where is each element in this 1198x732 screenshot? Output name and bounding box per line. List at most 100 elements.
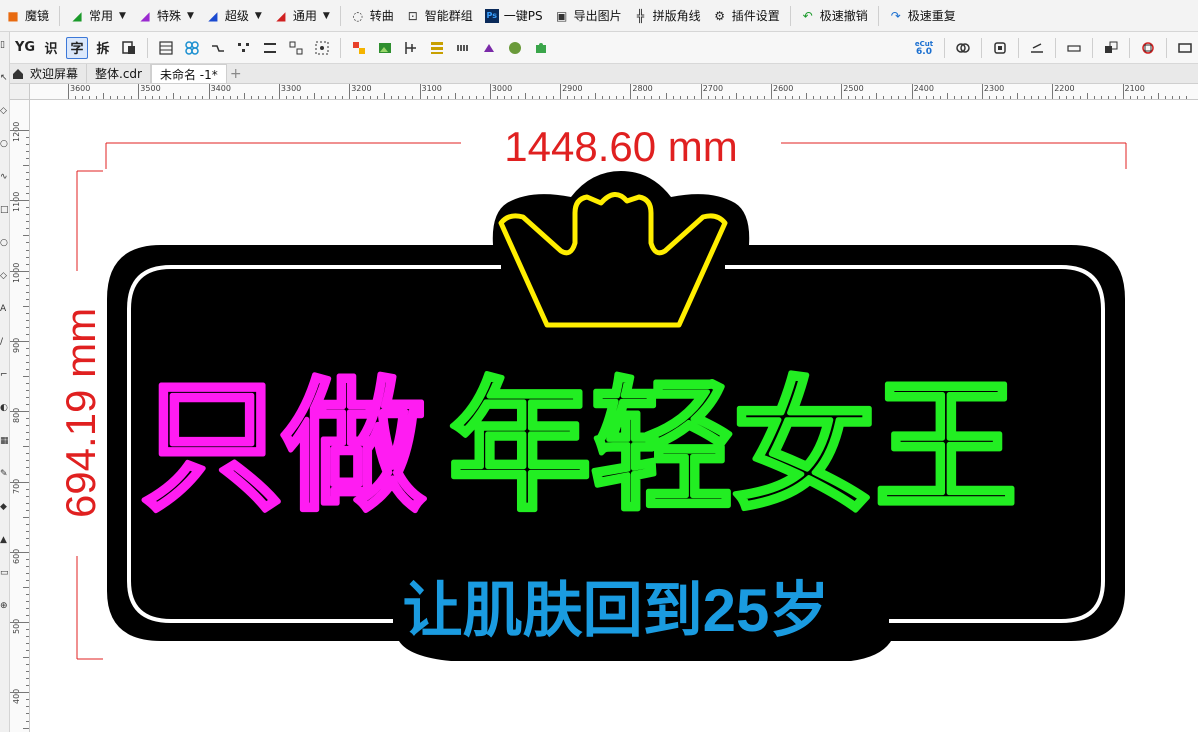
ecut-version-badge[interactable]: eCut 6.0 xyxy=(911,37,937,59)
ruler-tick xyxy=(686,96,688,99)
arrow-green-icon: ◢ xyxy=(72,8,82,23)
ruler-tick xyxy=(1002,96,1004,99)
ruler-tick xyxy=(26,326,29,328)
polygon-tool-icon[interactable]: ◇ xyxy=(0,271,10,283)
ball-icon[interactable] xyxy=(504,37,526,59)
drawing-canvas[interactable]: 1448.60 mm 694.19 mm 只做 年轻女王 让肌肤回到25岁 xyxy=(31,101,1198,732)
ruler-tick xyxy=(26,383,29,385)
toolbar-crop-marks-button[interactable]: ╬ 拼版角线 xyxy=(628,0,707,31)
pattern-icon[interactable] xyxy=(181,37,203,59)
toolbar-arrow-green-button[interactable]: ◢ 常用 ▼ xyxy=(64,0,132,31)
ruler-label: 2300 xyxy=(983,84,1005,93)
text-tool-icon[interactable]: A xyxy=(0,304,10,316)
recognize-button[interactable]: 识 xyxy=(40,37,62,59)
separator xyxy=(59,5,61,26)
transparency-tool-icon[interactable]: ▦ xyxy=(0,436,10,448)
headline[interactable]: 只做 年轻女王 xyxy=(139,366,1020,530)
contour-icon[interactable] xyxy=(952,37,974,59)
toolbar-arrow-red-button[interactable]: ◢ 通用 ▼ xyxy=(268,0,336,31)
transform-arrow-icon[interactable] xyxy=(478,37,500,59)
ellipse-tool-icon[interactable]: ○ xyxy=(0,238,10,250)
ruler-tick xyxy=(278,84,280,99)
shadow-tool-icon[interactable]: ◐ xyxy=(0,403,10,415)
freehand-tool-icon[interactable]: ∿ xyxy=(0,172,10,184)
chevron-down-icon[interactable]: ▼ xyxy=(119,11,126,21)
text-button[interactable]: 字 xyxy=(66,36,88,59)
target-icon[interactable] xyxy=(1137,37,1159,59)
toolbar-photoshop-button[interactable]: Ps 一键PS xyxy=(479,0,549,31)
layers-icon[interactable] xyxy=(118,37,140,59)
toolbar-arrow-purple-button[interactable]: ◢ 特殊 ▼ xyxy=(132,0,200,31)
chevron-down-icon[interactable]: ▼ xyxy=(323,11,330,21)
select-area-icon[interactable] xyxy=(311,37,333,59)
ruler-tick xyxy=(26,263,29,265)
subtitle-text[interactable]: 让肌肤回到25岁 xyxy=(403,577,830,644)
table-icon[interactable] xyxy=(155,37,177,59)
toolbar-label: 常用 xyxy=(89,9,114,23)
arrange-icon[interactable] xyxy=(1100,37,1122,59)
ruler-tick xyxy=(489,84,491,99)
fill-tool-icon[interactable]: ◆ xyxy=(0,502,10,514)
ruler-tick xyxy=(651,96,653,99)
ruler-tick xyxy=(89,96,91,99)
eyedropper-tool-icon[interactable]: ✎ xyxy=(0,469,10,481)
grid-dots-icon[interactable] xyxy=(452,37,474,59)
puzzle-icon[interactable] xyxy=(530,37,552,59)
outline-tool-icon[interactable]: ▭ xyxy=(0,568,10,580)
vertical-ruler[interactable]: 1200 1100 1000 900 800 700 600 500 400 xyxy=(10,100,30,732)
frame-icon[interactable] xyxy=(989,37,1011,59)
horizontal-ruler[interactable]: 3600 3500 3400 3300 3200 3100 3000 2900 2800 2700… xyxy=(30,84,1198,100)
ruler-tick xyxy=(26,671,29,673)
tab-document-2[interactable]: 未命名 -1* xyxy=(150,64,227,83)
toolbar-redo-button[interactable]: ↷ 极速重复 xyxy=(883,0,962,31)
chevron-down-icon[interactable]: ▼ xyxy=(187,11,194,21)
color-swap-icon[interactable] xyxy=(348,37,370,59)
ruler-tick xyxy=(897,96,899,99)
shape-tool-icon[interactable]: ↖ xyxy=(0,73,10,85)
measure-icon[interactable] xyxy=(1026,37,1048,59)
add-tab-button[interactable]: + xyxy=(227,64,245,83)
toolbar-smart-group-button[interactable]: ⊡ 智能群组 xyxy=(400,0,479,31)
align-icon[interactable] xyxy=(233,37,255,59)
height-dimension[interactable]: 694.19 mm xyxy=(57,170,104,660)
list-icon[interactable] xyxy=(426,37,448,59)
ruler-tick xyxy=(10,411,29,413)
tab-document-1[interactable]: 整体.cdr xyxy=(87,64,151,83)
toolbar-undo-button[interactable]: ↶ 极速撤销 xyxy=(795,0,874,31)
toolbox: ▯ ↖ ◇ ○ ∿ □ ○ ◇ A / ⌐ ◐ ▦ ✎ ◆ ▲ ▭ ⊕ xyxy=(0,32,10,732)
toolbar-magic-mirror-button[interactable]: ■ 魔镜 xyxy=(0,0,55,31)
pick-tool-icon[interactable]: ▯ xyxy=(0,40,10,52)
tab-welcome[interactable]: 欢迎屏幕 xyxy=(0,64,88,83)
distribute-icon[interactable] xyxy=(259,37,281,59)
chevron-down-icon[interactable]: ▼ xyxy=(255,11,262,21)
image-icon[interactable] xyxy=(374,37,396,59)
connector-tool-icon[interactable]: ⌐ xyxy=(0,370,10,382)
toolbar-gear-button[interactable]: ⚙ 插件设置 xyxy=(707,0,786,31)
ruler-tick xyxy=(26,650,29,652)
ruler-icon[interactable] xyxy=(1063,37,1085,59)
ruler-tick xyxy=(10,200,29,202)
yg-button[interactable]: YG xyxy=(14,37,36,59)
ruler-origin[interactable] xyxy=(10,84,30,100)
zoom-tool-icon[interactable]: ○ xyxy=(0,139,10,151)
smart-fill-tool-icon[interactable]: ▲ xyxy=(0,535,10,547)
node-icon[interactable] xyxy=(207,37,229,59)
parallel-tool-icon[interactable]: / xyxy=(0,337,10,349)
toolbar-convert-curve-button[interactable]: ◌ 转曲 xyxy=(345,0,400,31)
ruler-label: 3500 xyxy=(140,84,161,93)
arrow-purple-icon: ◢ xyxy=(140,8,150,23)
add-tool-icon[interactable]: ⊕ xyxy=(0,601,10,613)
ruler-tick xyxy=(26,565,29,567)
split-button[interactable]: 拆 xyxy=(92,37,114,59)
rectangle-tool-icon[interactable]: □ xyxy=(0,205,10,217)
board-icon[interactable] xyxy=(1174,37,1196,59)
crop-tool-icon[interactable]: ◇ xyxy=(0,106,10,118)
toolbar-export-image-button[interactable]: ▣ 导出图片 xyxy=(549,0,628,31)
ruler-tick xyxy=(26,713,29,715)
group-icon[interactable] xyxy=(285,37,307,59)
ruler-tick xyxy=(890,96,892,99)
bracket-align-icon[interactable] xyxy=(400,37,422,59)
toolbar-arrow-blue-button[interactable]: ◢ 超级 ▼ xyxy=(200,0,268,31)
width-dimension[interactable]: 1448.60 mm xyxy=(105,123,1127,170)
ruler-tick xyxy=(26,390,29,392)
